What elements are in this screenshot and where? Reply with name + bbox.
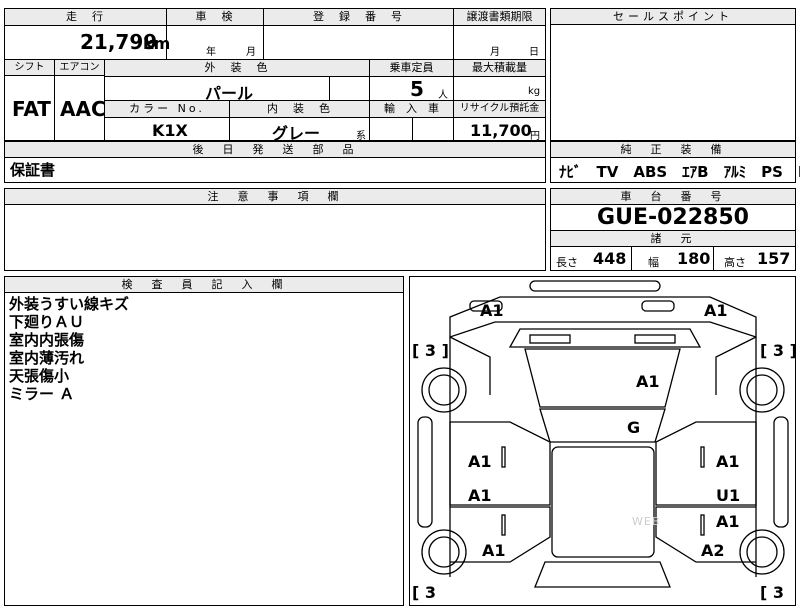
inspector-note: 室内内張傷	[9, 331, 85, 349]
interior-suffix: 系	[356, 131, 366, 142]
capacity-label: 乗車定員	[389, 61, 434, 74]
height-label: 高さ	[724, 256, 746, 269]
damage-mark: A1	[716, 452, 740, 471]
max-load-label: 最大積載量	[472, 61, 527, 74]
aircon-value: AAC	[60, 97, 106, 121]
inspection-month: 月	[246, 47, 256, 58]
inspector-note: ミラー Ａ	[9, 385, 75, 403]
inspector-note: 外装うすい線キズ	[9, 295, 130, 313]
chassis-box: 車 台 番 号 GUE-022850 諸 元 長さ 448 幅 180 高さ 1…	[550, 188, 796, 271]
length-value: 448	[593, 249, 627, 268]
inspection-year: 年	[206, 47, 216, 58]
aircon-label: エアコン	[59, 62, 100, 73]
length-label: 長さ	[556, 256, 578, 269]
shift-label: シフト	[14, 62, 45, 73]
damage-mark: A1	[636, 372, 660, 391]
inspector-note: 下廻りＡＵ	[9, 313, 85, 331]
inspector-note: 室内薄汚れ	[9, 349, 85, 367]
watermark: WEB	[632, 515, 661, 528]
tire-rating: [ 3 ]	[760, 341, 796, 360]
exterior-color-label: 外 装 色	[204, 61, 270, 74]
dimensions-header: 諸 元	[551, 230, 795, 247]
interior-color-label: 内 装 色	[267, 102, 332, 115]
car-diagram	[417, 280, 789, 588]
damage-mark: A1	[480, 301, 504, 320]
registration-label: 登 録 番 号	[313, 10, 404, 23]
recycle-fee-label: リサイクル預託金	[459, 103, 540, 114]
damage-mark: G	[627, 418, 641, 437]
damage-mark: A1	[482, 541, 506, 560]
later-parts-value: 保証書	[10, 161, 56, 179]
height-value: 157	[757, 249, 791, 268]
width-value: 180	[677, 249, 711, 268]
caution-header: 注 意 事 項 欄	[5, 189, 545, 205]
inspector-notes-box: 検 査 員 記 入 欄 外装うすい線キズ 下廻りＡＵ 室内内張傷 室内薄汚れ 天…	[4, 276, 404, 606]
sales-points-header: セールスポイント	[551, 9, 795, 25]
damage-mark: U1	[716, 486, 741, 505]
transfer-month: 月	[490, 47, 500, 58]
import-label: 輸 入 車	[384, 102, 439, 115]
mileage-label: 走 行	[66, 10, 105, 23]
inspector-notes-header: 検 査 員 記 入 欄	[5, 277, 403, 293]
width-label: 幅	[648, 256, 659, 269]
capacity-value: 5	[410, 77, 424, 101]
capacity-unit: 人	[438, 90, 448, 101]
load-unit: kg	[528, 86, 541, 97]
equipment-value: ﾅﾋﾞ TV ABS ｴｱB ｱﾙﾐ PS PW	[559, 163, 800, 181]
equipment-box: 純 正 装 備 ﾅﾋﾞ TV ABS ｴｱB ｱﾙﾐ PS PW	[550, 141, 800, 183]
later-parts-box: 後 日 発 送 部 品 保証書	[4, 141, 546, 183]
recycle-unit: 円	[530, 131, 540, 142]
damage-mark: A1	[716, 512, 740, 531]
tire-rating: [ 3	[760, 583, 785, 602]
later-parts-header: 後 日 発 送 部 品	[5, 142, 545, 158]
equipment-header: 純 正 装 備	[551, 142, 795, 158]
color-no-value: K1X	[152, 121, 188, 140]
damage-mark: A2	[701, 541, 725, 560]
chassis-header: 車 台 番 号	[551, 189, 795, 205]
sales-points-box: セールスポイント	[550, 8, 796, 141]
shift-value: FAT	[12, 97, 51, 121]
recycle-fee-value: 11,700	[470, 121, 532, 140]
damage-mark: A1	[468, 452, 492, 471]
damage-mark: A1	[468, 486, 492, 505]
transfer-day: 日	[529, 47, 539, 58]
tire-rating: [ 3	[412, 583, 437, 602]
inspector-note: 天張傷小	[9, 367, 70, 385]
transfer-doc-label: 譲渡書類期限	[466, 10, 533, 23]
color-no-label: カラー No.	[129, 102, 205, 115]
chassis-value: GUE-022850	[597, 205, 749, 230]
tire-rating: [ 3 ]	[412, 341, 449, 360]
caution-box: 注 意 事 項 欄	[4, 188, 546, 271]
car-diagram-box: A1 A1 A1 G A1 A1 A1 U1 A1 A1 A2 [ 3 ] [ …	[409, 276, 796, 606]
inspection-label: 車 検	[195, 10, 235, 23]
mileage-unit: km	[143, 34, 171, 53]
damage-mark: A1	[704, 301, 728, 320]
